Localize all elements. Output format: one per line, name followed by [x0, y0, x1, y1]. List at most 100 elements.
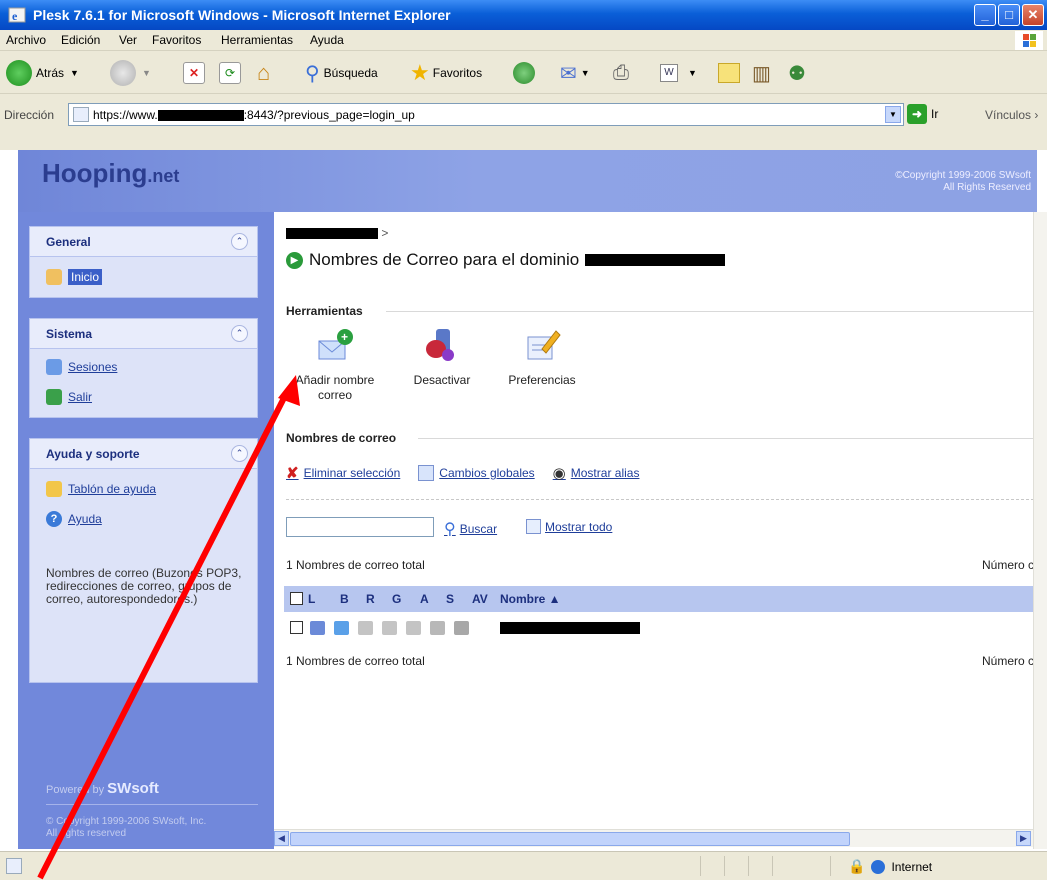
sidebar-item-inicio[interactable]: Inicio [46, 269, 103, 285]
collapse-icon[interactable]: ⌃ [231, 445, 248, 462]
col-s[interactable]: S [446, 592, 454, 606]
spam-icon[interactable] [430, 621, 445, 635]
sidebar-item-ayuda[interactable]: ? Ayuda [46, 511, 102, 527]
menu-archivo[interactable]: Archivo [6, 33, 46, 47]
sidebar-item-inicio-label: Inicio [68, 269, 103, 285]
menu-favoritos[interactable]: Favoritos [152, 33, 201, 47]
address-input[interactable]: https://www.:8443/?previous_page=login_u… [68, 103, 904, 126]
dropdown-arrow-icon[interactable]: ▼ [142, 68, 151, 78]
copyright-line2: All Rights Reserved [943, 182, 1031, 193]
search-toolbar-label: Búsqueda [323, 66, 378, 80]
edit-button[interactable]: W ▼ [660, 59, 697, 87]
table-row [284, 616, 1034, 640]
refresh-button[interactable]: ⟳ [219, 59, 241, 87]
responder-icon[interactable] [358, 621, 373, 635]
sidebar-item-salir[interactable]: Salir [46, 389, 92, 405]
mailbox-icon[interactable] [310, 621, 325, 635]
home-button[interactable]: ⌂ [257, 59, 270, 87]
preferences-button[interactable]: Preferencias [502, 327, 582, 388]
menu-herramientas[interactable]: Herramientas [221, 33, 293, 47]
go-button[interactable]: ➜ Ir [907, 104, 938, 124]
vertical-scrollbar[interactable] [1033, 212, 1047, 849]
discuss-button[interactable] [718, 59, 740, 87]
sidebar-footer: © Copyright 1999-2006 SWsoft, Inc. All r… [46, 816, 246, 840]
maximize-button[interactable]: □ [998, 4, 1020, 26]
row-checkbox[interactable] [290, 621, 303, 634]
delete-selection-button[interactable]: ✘ Eliminar selección [286, 464, 400, 482]
show-alias-button[interactable]: ◉ Mostrar alias [553, 464, 640, 482]
menu-edicion[interactable]: Edición [61, 33, 100, 47]
status-divider [830, 856, 831, 876]
copyright-line1: ©Copyright 1999-2006 SWsoft [895, 170, 1031, 181]
stop-button[interactable]: ✕ [183, 59, 205, 87]
col-l[interactable]: L [308, 592, 315, 606]
col-a[interactable]: A [420, 592, 429, 606]
forward-button[interactable]: ▼ [110, 59, 151, 87]
group-icon[interactable] [382, 621, 397, 635]
antivirus-icon[interactable] [454, 621, 469, 635]
logout-icon [46, 389, 62, 405]
scroll-thumb[interactable] [290, 832, 850, 846]
redirect-icon[interactable] [334, 621, 349, 635]
sidebar-footer-line1: © Copyright 1999-2006 SWsoft, Inc. [46, 816, 207, 827]
printer-icon: ⎙ [613, 61, 629, 84]
col-nombre[interactable]: Nombre ▲ [500, 592, 561, 606]
redacted-mail-name[interactable] [500, 622, 640, 634]
col-r[interactable]: R [366, 592, 375, 606]
url-prefix: https://www. [93, 108, 158, 122]
dropdown-arrow-icon[interactable]: ▼ [581, 68, 590, 78]
col-av[interactable]: AV [472, 592, 488, 606]
history-button[interactable] [513, 59, 535, 87]
deactivate-button[interactable]: Desactivar [404, 327, 480, 388]
autoresponder-icon[interactable] [406, 621, 421, 635]
close-button[interactable]: ✕ [1022, 4, 1044, 26]
dropdown-arrow-icon[interactable]: ▼ [688, 68, 697, 78]
sidebar-item-tablon[interactable]: Tablón de ayuda [46, 481, 156, 497]
show-all-button[interactable]: Mostrar todo [526, 519, 612, 534]
add-mail-name-button[interactable]: + Añadir nombre correo [290, 327, 380, 403]
messenger-button[interactable]: ⚉ [788, 59, 806, 87]
research-button[interactable]: ▥ [752, 59, 771, 87]
number-label-bottom: Número c [981, 654, 1034, 668]
back-button[interactable]: Atrás ▼ [6, 59, 79, 87]
print-button[interactable]: ⎙ [613, 59, 629, 87]
global-changes-button[interactable]: Cambios globales [418, 464, 535, 482]
dropdown-arrow-icon[interactable]: ▼ [70, 68, 79, 78]
scroll-left-icon[interactable]: ◀ [274, 831, 289, 846]
breadcrumb-redacted-link[interactable] [286, 228, 378, 240]
search-input[interactable] [286, 517, 434, 537]
collapse-icon[interactable]: ⌃ [231, 233, 248, 250]
swsoft-logo: SWsoft [107, 780, 159, 797]
total-count-top: 1 Nombres de correo total [286, 558, 425, 572]
mail-names-section-title: Nombres de correo [286, 431, 397, 445]
tools-section-title: Herramientas [286, 304, 363, 318]
links-label[interactable]: Vínculos › [985, 108, 1038, 122]
col-b[interactable]: B [340, 592, 349, 606]
mail-button[interactable]: ✉ ▼ [560, 59, 590, 87]
favorites-button[interactable]: ★ Favoritos [410, 59, 482, 87]
panel-sistema-title: Sistema [46, 327, 93, 341]
search-button[interactable]: ⚲ Buscar [444, 519, 497, 539]
panel-general: General ⌃ Inicio [29, 226, 258, 298]
left-sidebar: General ⌃ Inicio Sistema ⌃ Sesiones Sali… [18, 212, 274, 849]
preferences-icon [527, 330, 561, 360]
status-divider [724, 856, 725, 876]
collapse-icon[interactable]: ⌃ [231, 325, 248, 342]
back-arrow-icon [6, 60, 32, 86]
search-toolbar-button[interactable]: ⚲ Búsqueda [305, 59, 378, 87]
sidebar-item-sesiones[interactable]: Sesiones [46, 359, 117, 375]
menu-ver[interactable]: Ver [119, 33, 137, 47]
sidebar-item-sesiones-label: Sesiones [68, 360, 118, 374]
address-bar: Dirección https://www.:8443/?previous_pa… [0, 94, 1047, 150]
menu-ayuda[interactable]: Ayuda [310, 33, 344, 47]
select-all-checkbox[interactable] [290, 592, 303, 605]
forward-arrow-icon [110, 60, 136, 86]
show-all-label: Mostrar todo [545, 519, 613, 534]
home-icon: ⌂ [257, 60, 271, 85]
horizontal-scrollbar[interactable]: ◀ ▶ [274, 829, 1033, 847]
scroll-right-icon[interactable]: ▶ [1016, 831, 1031, 846]
preferences-label: Preferencias [508, 373, 576, 387]
minimize-button[interactable]: _ [974, 4, 996, 26]
col-g[interactable]: G [392, 592, 401, 606]
address-dropdown-icon[interactable]: ▼ [885, 106, 901, 123]
